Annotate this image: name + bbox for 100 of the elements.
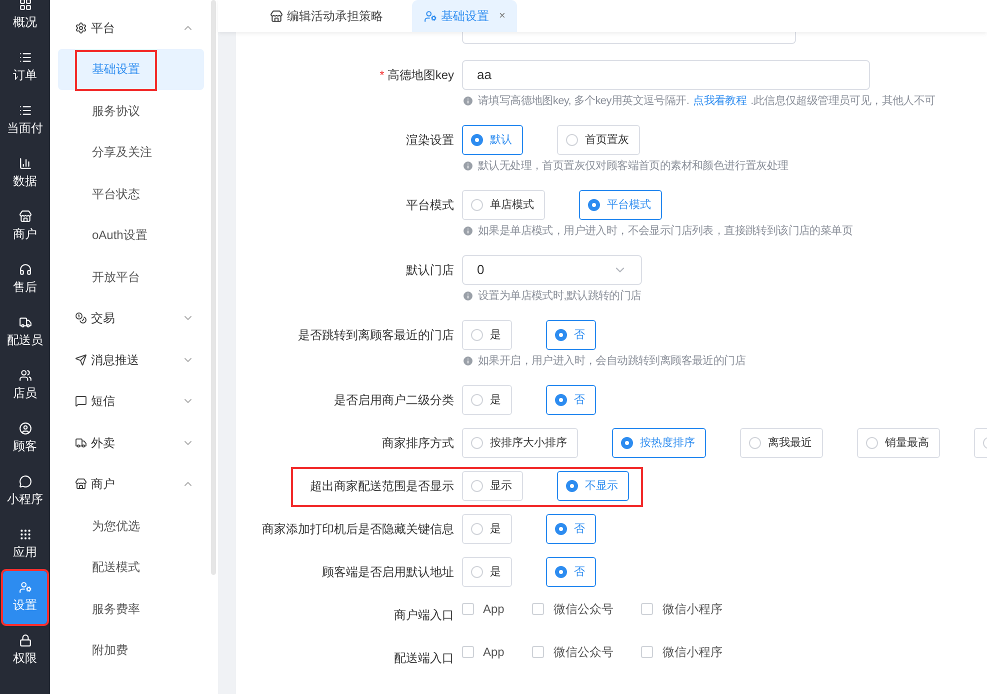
truck-icon [18, 316, 32, 329]
radio-icon [555, 523, 567, 535]
radio-option[interactable]: 按排序大小排序 [462, 428, 578, 458]
lock-icon [18, 634, 32, 647]
menu-item[interactable]: 平台状态 [58, 173, 204, 214]
input-field[interactable]: aa [462, 60, 870, 90]
menu-group[interactable]: 消息推送 [58, 339, 204, 380]
headphones-icon [18, 263, 32, 276]
store-icon [270, 10, 283, 22]
radio-option[interactable]: 是 [462, 385, 512, 415]
radio-option[interactable]: 首页置灰 [557, 125, 640, 155]
radio-icon [866, 437, 878, 449]
user-gear-icon [424, 10, 437, 22]
radio-icon [555, 329, 567, 341]
nav-item[interactable]: 顾客 [3, 412, 47, 465]
nav-item[interactable]: 售后 [3, 253, 47, 306]
radio-icon [555, 566, 567, 578]
nav-item[interactable]: 权限 [3, 624, 47, 677]
truck-icon [75, 436, 87, 449]
page-tab[interactable]: 编辑活动承担策略 [258, 0, 395, 32]
select-field[interactable]: 0 [462, 255, 642, 285]
checkbox-option[interactable]: 微信小程序 [641, 643, 722, 661]
nav-item[interactable]: 商户 [3, 200, 47, 253]
menu-item[interactable]: 附加费 [58, 630, 204, 671]
store-icon [18, 210, 32, 223]
nav-item[interactable]: 订单 [3, 41, 47, 94]
field-label: 商家排序方式 [382, 435, 454, 452]
hint-text: .此信息仅超级管理员可见，其他人不可 [750, 94, 936, 109]
menu-group[interactable]: 平台 [58, 7, 204, 48]
nav-item[interactable]: 数据 [3, 147, 47, 200]
field-label: 高德地图key [387, 67, 454, 84]
settings-icon [75, 22, 87, 34]
menu-item[interactable]: 分享及关注 [58, 132, 204, 173]
user-circle-icon [18, 422, 32, 435]
info-icon [462, 225, 474, 237]
menu-group[interactable]: 外卖 [58, 422, 204, 464]
radio-icon [471, 394, 483, 406]
field-label: 商家添加打印机后是否隐藏关键信息 [262, 521, 454, 538]
radio-option[interactable]: 销量最高 [857, 428, 940, 458]
nav-item[interactable]: 当面付 [3, 94, 47, 147]
menu-group[interactable]: 交易 [58, 298, 204, 339]
checkbox-option[interactable]: 微信小程序 [641, 600, 722, 618]
radio-option[interactable]: 是 [462, 320, 512, 350]
menu-item[interactable]: 开放平台 [58, 256, 204, 298]
checkbox-option[interactable]: App [462, 600, 504, 618]
radio-option[interactable]: 显示 [462, 471, 523, 501]
checkbox-option[interactable]: App [462, 643, 504, 661]
radio-option[interactable]: 是 [462, 557, 512, 587]
list-icon [18, 104, 32, 117]
send-icon [75, 354, 87, 366]
coin-icon [75, 312, 87, 324]
info-icon [462, 290, 474, 302]
menu-item[interactable]: 为您优选 [58, 505, 204, 546]
nav-item[interactable]: 店员 [3, 359, 47, 412]
field-label: 平台模式 [406, 197, 454, 214]
page-tab[interactable]: 基础设置 × [412, 0, 518, 32]
radio-option[interactable]: 单店模式 [462, 190, 545, 220]
menu-item[interactable]: oAuth设置 [58, 214, 204, 256]
grid-icon [18, 0, 32, 11]
field-label: 渲染设置 [406, 132, 454, 149]
message-icon [75, 395, 87, 408]
radio-icon [471, 480, 483, 492]
nav-item[interactable]: 应用 [3, 518, 47, 571]
store-icon [75, 478, 87, 490]
field-label: 默认门店 [406, 262, 454, 279]
nav-item[interactable]: 小程序 [3, 465, 47, 518]
info-icon [462, 160, 474, 172]
required-mark: * [380, 67, 384, 84]
apps-icon [18, 528, 32, 541]
close-icon[interactable]: × [499, 8, 506, 24]
bar-chart-icon [18, 157, 32, 170]
nav-item[interactable]: 配送员 [3, 306, 47, 359]
radio-icon [471, 199, 483, 211]
hint-text: 如果是单店模式，用户进入时，不会显示门店列表，直接跳转到该门店的菜单页 [478, 224, 853, 239]
input-field[interactable] [462, 32, 796, 44]
hint-text: 默认无处理，首页置灰仅对顾客端首页的素材和颜色进行置灰处理 [478, 158, 788, 174]
radio-icon [471, 134, 483, 146]
user-gear-icon [18, 581, 32, 594]
radio-icon [566, 480, 578, 492]
radio-icon [555, 394, 567, 406]
field-label: 商户端入口 [394, 607, 454, 624]
menu-group[interactable]: 商户 [58, 464, 204, 505]
info-icon [462, 95, 474, 107]
radio-option[interactable]: 离我最近 [740, 428, 823, 458]
checkbox-option[interactable]: 微信公众号 [532, 643, 614, 661]
chat-bubble-icon [18, 475, 32, 488]
menu-item[interactable]: 配送模式 [58, 546, 204, 588]
nav-item[interactable]: 概况 [3, 0, 47, 41]
menu-item[interactable]: 服务费率 [58, 588, 204, 630]
hint-text: 如果开启，用户进入时，会自动跳转到离顾客最近的门店 [478, 354, 746, 369]
radio-option[interactable]: 是 [462, 514, 512, 544]
field-label: 超出商家配送范围是否显示 [310, 478, 454, 495]
hint-text: 设置为单店模式时,默认跳转的门店 [478, 288, 642, 304]
radio-icon [588, 199, 600, 211]
radio-icon [471, 566, 483, 578]
radio-icon [749, 437, 761, 449]
menu-group[interactable]: 短信 [58, 380, 204, 422]
radio-icon [621, 437, 633, 449]
checkbox-option[interactable]: 微信公众号 [532, 600, 614, 618]
menu-item[interactable]: 服务协议 [58, 90, 204, 132]
